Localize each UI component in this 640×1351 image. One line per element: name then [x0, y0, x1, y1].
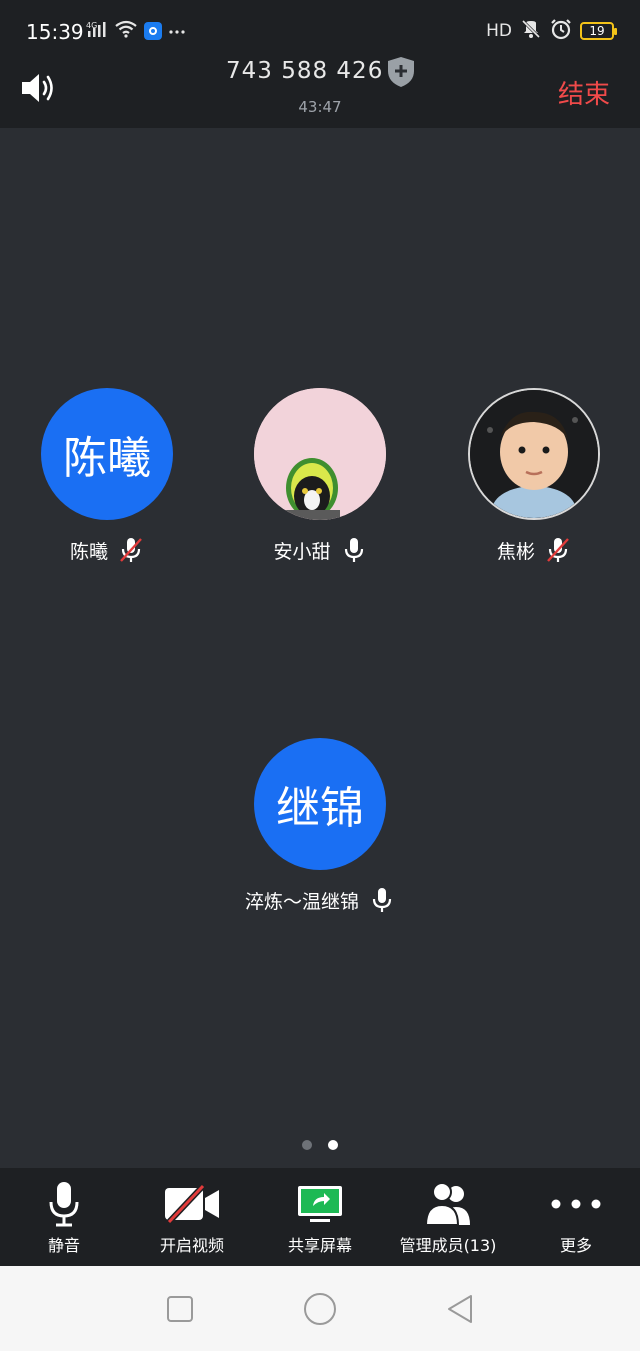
more-button[interactable]: 更多 — [512, 1168, 640, 1266]
back-button[interactable] — [440, 1289, 480, 1329]
members-label: 管理成员(13) — [399, 1236, 497, 1255]
avatar: 继锦 — [254, 738, 386, 870]
page-dot-active[interactable] — [328, 1140, 338, 1150]
back-triangle-icon — [448, 1294, 472, 1323]
participant-name: 陈曦 — [69, 540, 108, 563]
system-nav-bar — [0, 1266, 640, 1351]
share-screen-button[interactable]: 共享屏幕 — [256, 1168, 384, 1266]
participant-name: 焦彬 — [496, 540, 535, 563]
page-indicator[interactable] — [0, 1140, 640, 1150]
hd-indicator: HD — [486, 21, 512, 41]
circle-icon — [304, 1292, 336, 1325]
members-icon — [424, 1182, 470, 1226]
avatar-initials: 继锦 — [276, 783, 364, 834]
status-bar: 15:39 4G HD 19 — [0, 0, 640, 64]
video-label: 开启视频 — [159, 1236, 224, 1255]
meeting-id[interactable]: 743 588 426 — [226, 58, 383, 84]
wifi-icon — [114, 20, 138, 42]
recent-apps-button[interactable] — [160, 1289, 200, 1329]
share-screen-icon — [298, 1186, 342, 1222]
status-time: 15:39 — [26, 20, 84, 44]
avatar-photo — [254, 388, 386, 520]
more-label: 更多 — [559, 1236, 592, 1255]
mic-icon — [372, 888, 392, 912]
cat-photo-icon — [254, 388, 386, 520]
meeting-header: 743 588 426 43:47 结束 — [0, 57, 640, 128]
mic-muted-icon — [120, 538, 142, 562]
mic-muted-icon — [547, 538, 569, 562]
vibrate-off-icon — [520, 19, 542, 43]
battery-level: 19 — [589, 24, 605, 38]
more-notifications-icon — [168, 24, 186, 39]
avatar-photo — [468, 388, 600, 520]
meeting-toolbar: 静音 开启视频 共享屏幕 管理成员(13) 更多 — [0, 1168, 640, 1266]
participant-tile[interactable]: 陈曦 陈曦 — [7, 388, 207, 564]
avatar-initials: 陈曦 — [63, 433, 151, 484]
participant-grid: 陈曦 陈曦 安小甜 焦彬 继锦 淬炼～温继锦 — [0, 128, 640, 1168]
more-dots-icon — [551, 1199, 601, 1209]
app-notification-icon — [144, 22, 162, 40]
participant-name: 淬炼～温继锦 — [244, 890, 359, 913]
mic-icon — [344, 538, 363, 562]
avatar: 陈曦 — [41, 388, 173, 520]
participant-name-row: 淬炼～温继锦 — [220, 886, 420, 914]
square-icon — [167, 1295, 193, 1322]
home-button[interactable] — [300, 1289, 340, 1329]
start-video-button[interactable]: 开启视频 — [128, 1168, 256, 1266]
participant-name-row: 陈曦 — [7, 536, 207, 564]
participant-name-row: 焦彬 — [434, 536, 634, 564]
video-off-icon — [165, 1184, 219, 1224]
participant-tile[interactable]: 继锦 淬炼～温继锦 — [220, 738, 420, 914]
mute-label: 静音 — [47, 1236, 80, 1255]
microphone-icon — [49, 1182, 79, 1227]
meeting-timer: 43:47 — [298, 98, 342, 116]
network-icon: 4G — [86, 20, 108, 42]
participant-tile[interactable]: 安小甜 — [220, 388, 420, 564]
status-right: HD 19 — [486, 18, 617, 44]
security-shield-icon[interactable] — [386, 56, 416, 88]
mute-button[interactable]: 静音 — [0, 1168, 128, 1266]
battery-icon: 19 — [580, 22, 617, 40]
svg-text:4G: 4G — [86, 21, 97, 30]
participant-name: 安小甜 — [273, 540, 331, 563]
alarm-icon — [550, 18, 572, 44]
manage-members-button[interactable]: 管理成员(13) — [384, 1168, 512, 1266]
participant-name-row: 安小甜 — [220, 536, 420, 564]
participant-tile[interactable]: 焦彬 — [434, 388, 634, 564]
share-label: 共享屏幕 — [287, 1236, 352, 1255]
status-left-icons: 4G — [86, 20, 186, 42]
baby-photo-icon — [470, 390, 598, 518]
end-meeting-button[interactable]: 结束 — [558, 74, 610, 111]
page-dot[interactable] — [302, 1140, 312, 1150]
